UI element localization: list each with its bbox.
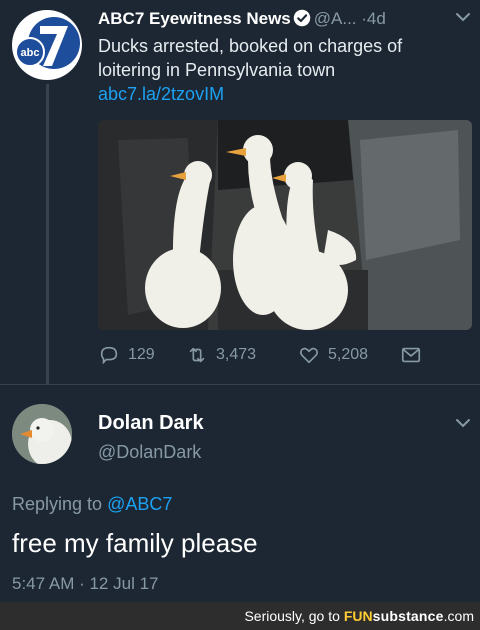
chevron-down-icon[interactable] xyxy=(454,416,472,430)
tweet-text: Ducks arrested, booked on charges of loi… xyxy=(98,34,458,106)
reply-text: free my family please xyxy=(12,528,258,558)
like-count: 5,208 xyxy=(328,346,369,363)
tweet-photo-ducks[interactable] xyxy=(98,120,472,330)
reply-action[interactable]: 129 xyxy=(98,344,155,366)
reply-icon xyxy=(100,346,118,365)
message-action[interactable] xyxy=(400,344,422,366)
like-action[interactable]: 5,208 xyxy=(298,344,368,366)
thread-connector-line xyxy=(46,84,49,384)
retweet-icon xyxy=(189,347,205,363)
tweet-header: ABC7 Eyewitness News @A... ·4d xyxy=(98,8,478,32)
reply-count: 129 xyxy=(128,346,155,363)
dolan-dark-avatar[interactable] xyxy=(12,404,72,464)
watermark-brand-fun: FUN xyxy=(343,608,373,624)
retweet-count: 3,473 xyxy=(216,346,257,363)
replying-prefix: Replying to xyxy=(12,494,103,514)
reply-timestamp[interactable]: 5:47 AM · 12 Jul 17 xyxy=(12,574,158,594)
ducks-in-car-image xyxy=(98,120,472,330)
verified-badge-icon xyxy=(293,9,310,27)
retweet-action[interactable]: 3,473 xyxy=(186,344,256,366)
tweet-author-name[interactable]: ABC7 Eyewitness News xyxy=(98,9,291,28)
tweet-actions: 129 3,473 5,208 xyxy=(98,344,428,372)
tweet-body: Ducks arrested, booked on charges of loi… xyxy=(98,36,403,80)
replying-to-line: Replying to @ABC7 xyxy=(12,494,172,515)
tweet-time[interactable]: 4d xyxy=(367,9,386,28)
watermark-prefix: Seriously, go to xyxy=(244,608,344,624)
like-icon xyxy=(300,347,318,364)
replying-to-handle[interactable]: @ABC7 xyxy=(107,494,172,514)
tweet-divider xyxy=(0,384,480,385)
message-icon xyxy=(401,347,421,363)
abc7-logo: abc xyxy=(14,12,80,78)
watermark-brand-rest: substance xyxy=(372,608,444,624)
chevron-down-icon[interactable] xyxy=(454,10,472,24)
reply-author-handle[interactable]: @DolanDark xyxy=(98,442,201,463)
abc7-avatar[interactable]: abc xyxy=(12,10,82,80)
duck-avatar-image xyxy=(12,404,72,464)
watermark-bar: Seriously, go to FUNsubstance.com xyxy=(0,602,480,630)
reply-author-name[interactable]: Dolan Dark xyxy=(98,412,204,435)
tweet-author-handle[interactable]: @A... xyxy=(314,9,357,28)
tweet-link[interactable]: abc7.la/2tzovIM xyxy=(98,84,224,104)
abc-logo-text: abc xyxy=(21,47,40,59)
watermark-suffix: .com xyxy=(443,608,474,624)
